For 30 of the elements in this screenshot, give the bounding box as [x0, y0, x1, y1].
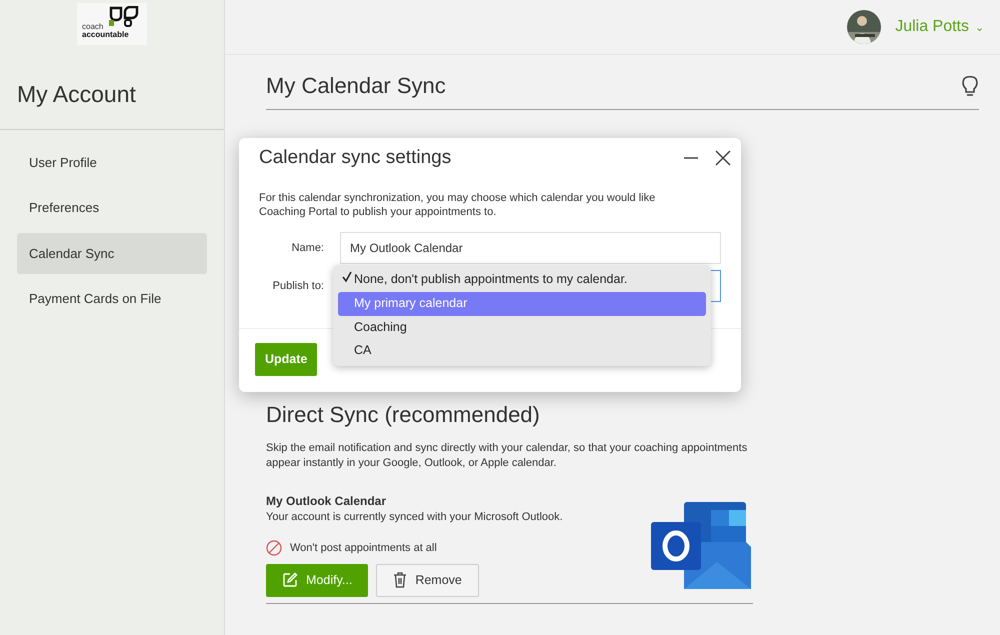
dropdown-option[interactable]: My primary calendar	[338, 292, 706, 316]
field-label: Name:	[290, 240, 324, 256]
prohibited-icon	[266, 540, 282, 556]
sync-status: Your account is currently synced with your Microsoft Outlook.	[266, 510, 563, 524]
sidebar-item[interactable]: User Profile	[17, 142, 207, 183]
mail-app-icon	[651, 502, 753, 592]
sidebar-item[interactable]: Payment Cards on File	[17, 278, 207, 320]
leaves-icon	[109, 6, 139, 28]
sidebar-item[interactable]: Preferences	[17, 187, 207, 228]
sidebar-title: My Account	[0, 57, 224, 130]
name-field[interactable]: My Outlook Calendar	[340, 232, 721, 264]
section-title: Direct Sync (recommended)	[266, 401, 541, 430]
logo-text: coach	[82, 23, 104, 31]
calendar-name: My Outlook Calendar	[266, 494, 388, 510]
dropdown-option[interactable]: None, don't publish appointments to my calendar.	[338, 268, 706, 292]
dialog-title: Calendar sync settings	[259, 146, 452, 170]
dropdown-option[interactable]: Coaching	[338, 316, 706, 340]
logo-text: accountable	[82, 31, 129, 39]
field-label: Publish to:	[272, 278, 324, 294]
section-description: Skip the email notification and sync directly with your calendar, so that your coaching appointments appear instantly in your Google, Outlook, or Apple calendar.	[266, 441, 748, 470]
edit-icon	[282, 572, 298, 588]
sidebar-item[interactable]: Calendar Sync	[17, 232, 207, 274]
dropdown-option[interactable]: CA	[338, 339, 706, 363]
trash-icon	[393, 572, 408, 588]
remove-button[interactable]: Remove	[376, 564, 479, 597]
lightbulb-icon[interactable]	[961, 75, 979, 98]
posting-status: Won't post appointments at all	[290, 540, 437, 556]
close-icon[interactable]	[715, 150, 731, 166]
page-title: My Calendar Sync	[266, 73, 446, 100]
dialog-description: For this calendar synchronization, you may choose which calendar you would like Coaching Portal to publish your appointments to.	[258, 190, 656, 220]
